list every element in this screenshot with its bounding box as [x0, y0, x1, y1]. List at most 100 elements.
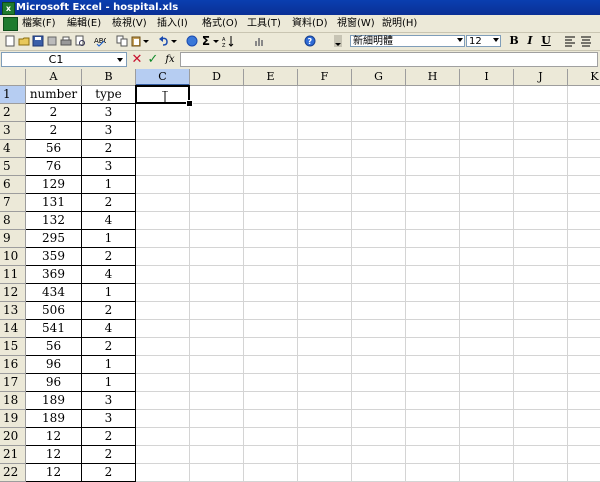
cell-g4[interactable] — [352, 140, 406, 158]
cell-h15[interactable] — [406, 338, 460, 356]
cell-h11[interactable] — [406, 266, 460, 284]
cell-a13[interactable]: 506 — [26, 302, 82, 320]
cell-a17[interactable]: 96 — [26, 374, 82, 392]
cell-b11[interactable]: 4 — [82, 266, 136, 284]
cell-c18[interactable] — [136, 392, 190, 410]
cell-j9[interactable] — [514, 230, 568, 248]
permission-icon[interactable] — [46, 35, 58, 47]
cell-i6[interactable] — [460, 176, 514, 194]
cell-b13[interactable]: 2 — [82, 302, 136, 320]
cell-f21[interactable] — [298, 446, 352, 464]
cell-f10[interactable] — [298, 248, 352, 266]
cell-d14[interactable] — [190, 320, 244, 338]
cell-b10[interactable]: 2 — [82, 248, 136, 266]
cell-i19[interactable] — [460, 410, 514, 428]
cell-f17[interactable] — [298, 374, 352, 392]
column-header-f[interactable]: F — [298, 69, 352, 86]
cell-f12[interactable] — [298, 284, 352, 302]
cell-c21[interactable] — [136, 446, 190, 464]
cell-a22[interactable]: 12 — [26, 464, 82, 482]
formula-input[interactable] — [180, 52, 598, 67]
cell-f11[interactable] — [298, 266, 352, 284]
cell-c8[interactable] — [136, 212, 190, 230]
cell-k2[interactable] — [568, 104, 600, 122]
cell-c13[interactable] — [136, 302, 190, 320]
cell-j17[interactable] — [514, 374, 568, 392]
cell-d11[interactable] — [190, 266, 244, 284]
cell-e9[interactable] — [244, 230, 298, 248]
cell-f6[interactable] — [298, 176, 352, 194]
cell-d5[interactable] — [190, 158, 244, 176]
cell-g20[interactable] — [352, 428, 406, 446]
cell-a6[interactable]: 129 — [26, 176, 82, 194]
cell-k5[interactable] — [568, 158, 600, 176]
cell-c15[interactable] — [136, 338, 190, 356]
cell-d21[interactable] — [190, 446, 244, 464]
cell-k6[interactable] — [568, 176, 600, 194]
cell-k4[interactable] — [568, 140, 600, 158]
cell-e3[interactable] — [244, 122, 298, 140]
cell-e15[interactable] — [244, 338, 298, 356]
cell-b20[interactable]: 2 — [82, 428, 136, 446]
cell-d13[interactable] — [190, 302, 244, 320]
autosum-icon[interactable]: Σ — [200, 35, 212, 47]
cell-f5[interactable] — [298, 158, 352, 176]
cell-i3[interactable] — [460, 122, 514, 140]
cell-j22[interactable] — [514, 464, 568, 482]
menu-file[interactable]: 檔案(F) — [22, 16, 56, 31]
cell-b22[interactable]: 2 — [82, 464, 136, 482]
cell-j11[interactable] — [514, 266, 568, 284]
cell-g9[interactable] — [352, 230, 406, 248]
menu-insert[interactable]: 插入(I) — [157, 16, 188, 31]
cell-a7[interactable]: 131 — [26, 194, 82, 212]
excel-app-icon[interactable]: x — [2, 2, 15, 15]
cell-h4[interactable] — [406, 140, 460, 158]
cell-e21[interactable] — [244, 446, 298, 464]
cell-a5[interactable]: 76 — [26, 158, 82, 176]
cell-b9[interactable]: 1 — [82, 230, 136, 248]
cell-b6[interactable]: 1 — [82, 176, 136, 194]
cell-b4[interactable]: 2 — [82, 140, 136, 158]
column-header-d[interactable]: D — [190, 69, 244, 86]
cell-j13[interactable] — [514, 302, 568, 320]
row-header[interactable]: 20 — [0, 428, 26, 446]
cell-i13[interactable] — [460, 302, 514, 320]
cell-j20[interactable] — [514, 428, 568, 446]
spelling-icon[interactable]: ABC — [94, 35, 106, 47]
cell-i15[interactable] — [460, 338, 514, 356]
cell-c10[interactable] — [136, 248, 190, 266]
cell-j15[interactable] — [514, 338, 568, 356]
menu-edit[interactable]: 編輯(E) — [67, 16, 101, 31]
cell-i10[interactable] — [460, 248, 514, 266]
cell-i20[interactable] — [460, 428, 514, 446]
align-left-icon[interactable] — [564, 35, 576, 47]
cell-a21[interactable]: 12 — [26, 446, 82, 464]
cell-a15[interactable]: 56 — [26, 338, 82, 356]
cell-g11[interactable] — [352, 266, 406, 284]
cell-f1[interactable] — [298, 86, 352, 104]
cell-i5[interactable] — [460, 158, 514, 176]
cell-b3[interactable]: 3 — [82, 122, 136, 140]
row-header[interactable]: 4 — [0, 140, 26, 158]
cell-f16[interactable] — [298, 356, 352, 374]
cell-k8[interactable] — [568, 212, 600, 230]
cell-k18[interactable] — [568, 392, 600, 410]
cell-k12[interactable] — [568, 284, 600, 302]
cell-j19[interactable] — [514, 410, 568, 428]
cell-h9[interactable] — [406, 230, 460, 248]
cell-a14[interactable]: 541 — [26, 320, 82, 338]
cell-e10[interactable] — [244, 248, 298, 266]
cell-g2[interactable] — [352, 104, 406, 122]
cell-e16[interactable] — [244, 356, 298, 374]
cell-d17[interactable] — [190, 374, 244, 392]
cell-k9[interactable] — [568, 230, 600, 248]
cell-g12[interactable] — [352, 284, 406, 302]
cell-h22[interactable] — [406, 464, 460, 482]
cell-f14[interactable] — [298, 320, 352, 338]
cell-k15[interactable] — [568, 338, 600, 356]
cell-b21[interactable]: 2 — [82, 446, 136, 464]
cell-k1[interactable] — [568, 86, 600, 104]
row-header[interactable]: 1 — [0, 86, 26, 104]
column-header-g[interactable]: G — [352, 69, 406, 86]
cell-a9[interactable]: 295 — [26, 230, 82, 248]
